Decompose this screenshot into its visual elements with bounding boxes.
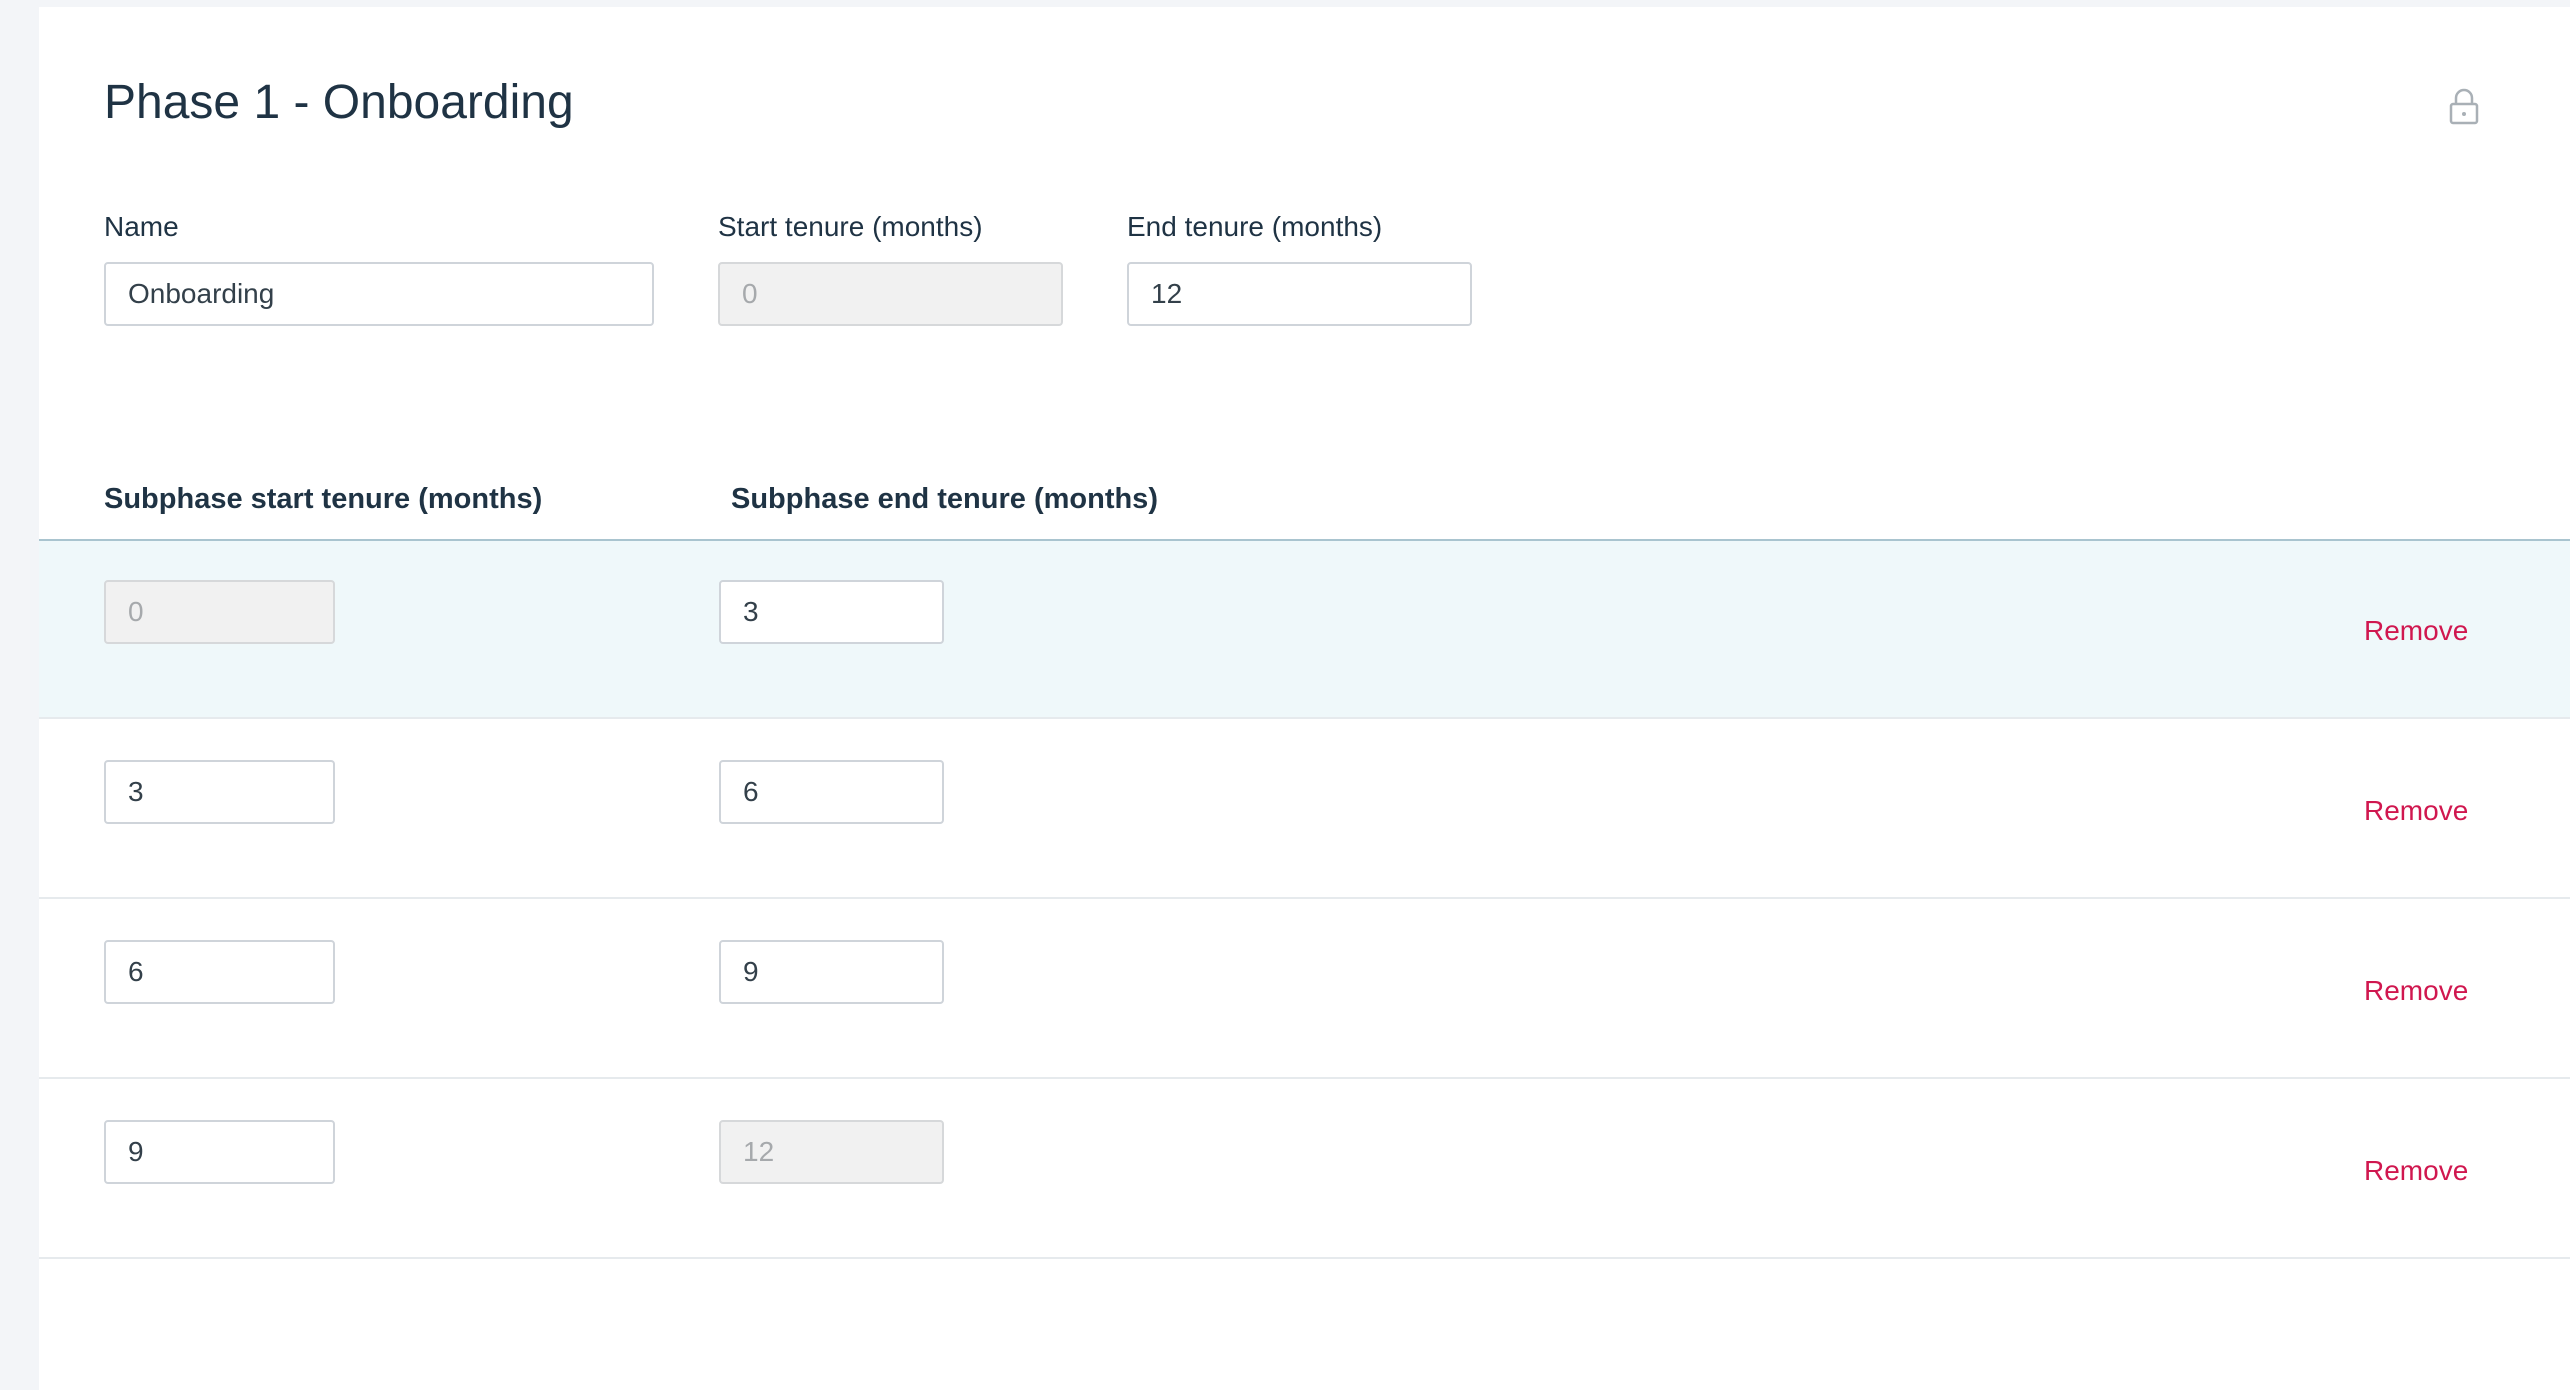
subphase-row: Remove	[39, 901, 2570, 1079]
subphase-start-field[interactable]	[104, 760, 335, 824]
subphase-start-field	[104, 580, 335, 644]
end-tenure-field[interactable]	[1127, 262, 1472, 326]
subphase-end-header: Subphase end tenure (months)	[731, 483, 1158, 515]
remove-subphase-button[interactable]: Remove	[2364, 615, 2468, 647]
subphase-start-field[interactable]	[104, 940, 335, 1004]
remove-subphase-button[interactable]: Remove	[2364, 1155, 2468, 1187]
page-title: Phase 1 - Onboarding	[104, 76, 574, 129]
lock-icon[interactable]	[2447, 87, 2481, 125]
start-tenure-label: Start tenure (months)	[718, 211, 983, 242]
subphase-start-field[interactable]	[104, 1120, 335, 1184]
remove-subphase-button[interactable]: Remove	[2364, 975, 2468, 1007]
subphase-end-field	[719, 1120, 944, 1184]
start-tenure-field	[718, 262, 1063, 326]
end-tenure-label: End tenure (months)	[1127, 211, 1383, 242]
name-label: Name	[104, 211, 179, 242]
subphase-end-field[interactable]	[719, 760, 944, 824]
subphase-row: Remove	[39, 1081, 2570, 1259]
remove-subphase-button[interactable]: Remove	[2364, 795, 2468, 827]
phase-card: Phase 1 - Onboarding Name Start tenure (…	[39, 7, 2570, 1390]
name-field[interactable]	[104, 262, 654, 326]
subphase-start-header: Subphase start tenure (months)	[104, 483, 543, 515]
subphase-end-field[interactable]	[719, 940, 944, 1004]
subphase-end-field[interactable]	[719, 580, 944, 644]
subphase-row: Remove	[39, 721, 2570, 899]
subphase-row: Remove	[39, 541, 2570, 719]
